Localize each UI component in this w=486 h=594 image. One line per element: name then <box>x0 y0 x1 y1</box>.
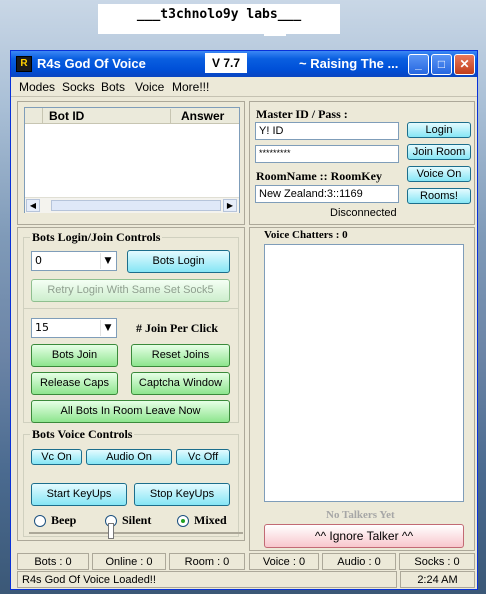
menu-bar: Modes Socks Bots Voice More!!! <box>11 77 477 97</box>
close-button[interactable]: ✕ <box>454 54 475 75</box>
column-answer[interactable]: Answer <box>175 109 239 124</box>
banner: ___t3chnolo9y labs___ <box>98 4 340 34</box>
divider <box>24 308 238 309</box>
chevron-down-icon[interactable]: ▼ <box>100 253 115 269</box>
mixed-label: Mixed <box>194 513 227 527</box>
login-panel: Master ID / Pass : Y! ID ********* RoomN… <box>249 101 475 225</box>
leave-all-button[interactable]: All Bots In Room Leave Now <box>31 400 230 423</box>
voice-chatters-list[interactable] <box>264 244 464 502</box>
master-id-field[interactable]: Y! ID <box>255 122 399 140</box>
socks-count: Socks : 0 <box>399 553 475 570</box>
voice-on-button[interactable]: Voice On <box>407 166 471 182</box>
status-message: R4s God Of Voice Loaded!! <box>17 571 397 588</box>
menu-voice[interactable]: Voice <box>135 80 164 94</box>
window-subtitle: ~ Raising The ... <box>299 56 399 71</box>
column-bot-id[interactable]: Bot ID <box>43 109 171 124</box>
bots-login-title: Bots Login/Join Controls <box>30 230 163 245</box>
room-label: RoomName :: RoomKey <box>256 169 382 183</box>
scroll-thumb[interactable] <box>51 200 221 211</box>
reset-joins-button[interactable]: Reset Joins <box>131 344 230 367</box>
vc-on-button[interactable]: Vc On <box>31 449 82 465</box>
scroll-left-icon[interactable]: ◀ <box>26 199 40 212</box>
bot-list[interactable]: Bot ID Answer ◀ ▶ <box>24 107 240 213</box>
stop-keyups-button[interactable]: Stop KeyUps <box>134 483 230 506</box>
maximize-button[interactable]: □ <box>431 54 452 75</box>
scroll-right-icon[interactable]: ▶ <box>223 199 237 212</box>
voice-controls-group: Bots Voice Controls Vc On Audio On Vc Of… <box>23 427 239 537</box>
menu-modes[interactable]: Modes <box>19 80 55 94</box>
menu-socks[interactable]: Socks <box>62 80 95 94</box>
menu-more[interactable]: More!!! <box>172 80 209 94</box>
ignore-talker-button[interactable]: ^^ Ignore Talker ^^ <box>264 524 464 548</box>
audio-on-button[interactable]: Audio On <box>86 449 172 465</box>
status-time: 2:24 AM <box>400 571 475 588</box>
join-count-select[interactable]: 15 ▼ <box>31 318 117 338</box>
voice-count: Voice : 0 <box>249 553 319 570</box>
captcha-window-button[interactable]: Captcha Window <box>131 372 230 395</box>
window-title: R4s God Of Voice <box>37 56 146 71</box>
bots-login-group: Bots Login/Join Controls 0 ▼ Bots Login … <box>23 230 239 423</box>
login-button[interactable]: Login <box>407 122 471 138</box>
app-window: R R4s God Of Voice V 7.7 ~ Raising The .… <box>10 50 478 590</box>
voice-chatters-panel: Voice Chatters : 0 No Talkers Yet ^^ Ign… <box>249 227 475 551</box>
online-count: Online : 0 <box>92 553 166 570</box>
app-icon: R <box>16 56 32 72</box>
master-pass-field[interactable]: ********* <box>255 145 399 163</box>
no-talkers-label: No Talkers Yet <box>326 509 395 521</box>
mixed-radio[interactable] <box>177 515 189 527</box>
bots-controls-panel: Bots Login/Join Controls 0 ▼ Bots Login … <box>17 227 245 541</box>
room-count: Room : 0 <box>169 553 245 570</box>
beep-radio[interactable] <box>34 515 46 527</box>
horizontal-scrollbar[interactable]: ◀ ▶ <box>25 197 239 213</box>
connection-status: Disconnected <box>330 207 397 219</box>
join-room-button[interactable]: Join Room <box>407 144 471 160</box>
bot-list-panel: Bot ID Answer ◀ ▶ <box>17 101 245 225</box>
silent-label: Silent <box>122 513 152 527</box>
volume-slider-track[interactable] <box>29 532 243 534</box>
audio-count: Audio : 0 <box>322 553 396 570</box>
version-label: V 7.7 <box>205 53 247 73</box>
voice-chatters-title: Voice Chatters : 0 <box>264 229 348 241</box>
release-caps-button[interactable]: Release Caps <box>31 372 118 395</box>
bots-join-button[interactable]: Bots Join <box>31 344 118 367</box>
volume-slider-thumb[interactable] <box>108 523 114 539</box>
menu-bots[interactable]: Bots <box>101 80 125 94</box>
banner-text: ___t3chnolo9y labs___ <box>136 7 302 22</box>
bot-list-header: Bot ID Answer <box>25 108 239 124</box>
rooms-button[interactable]: Rooms! <box>407 188 471 204</box>
start-keyups-button[interactable]: Start KeyUps <box>31 483 127 506</box>
bots-login-button[interactable]: Bots Login <box>127 250 230 273</box>
retry-login-button[interactable]: Retry Login With Same Set Sock5 <box>31 279 230 302</box>
voice-controls-title: Bots Voice Controls <box>30 427 135 442</box>
socks-select-value: 0 <box>35 254 42 267</box>
join-per-click-label: # Join Per Click <box>136 321 219 335</box>
chevron-down-icon[interactable]: ▼ <box>100 320 115 336</box>
vc-off-button[interactable]: Vc Off <box>176 449 230 465</box>
banner-tab <box>264 30 286 36</box>
minimize-button[interactable]: _ <box>408 54 429 75</box>
bots-count: Bots : 0 <box>17 553 89 570</box>
title-bar[interactable]: R R4s God Of Voice V 7.7 ~ Raising The .… <box>11 51 477 77</box>
room-field[interactable]: New Zealand:3::1169 <box>255 185 399 203</box>
socks-select[interactable]: 0 ▼ <box>31 251 117 271</box>
beep-label: Beep <box>51 513 77 527</box>
join-count-value: 15 <box>35 321 49 334</box>
master-id-label: Master ID / Pass : <box>256 107 348 121</box>
